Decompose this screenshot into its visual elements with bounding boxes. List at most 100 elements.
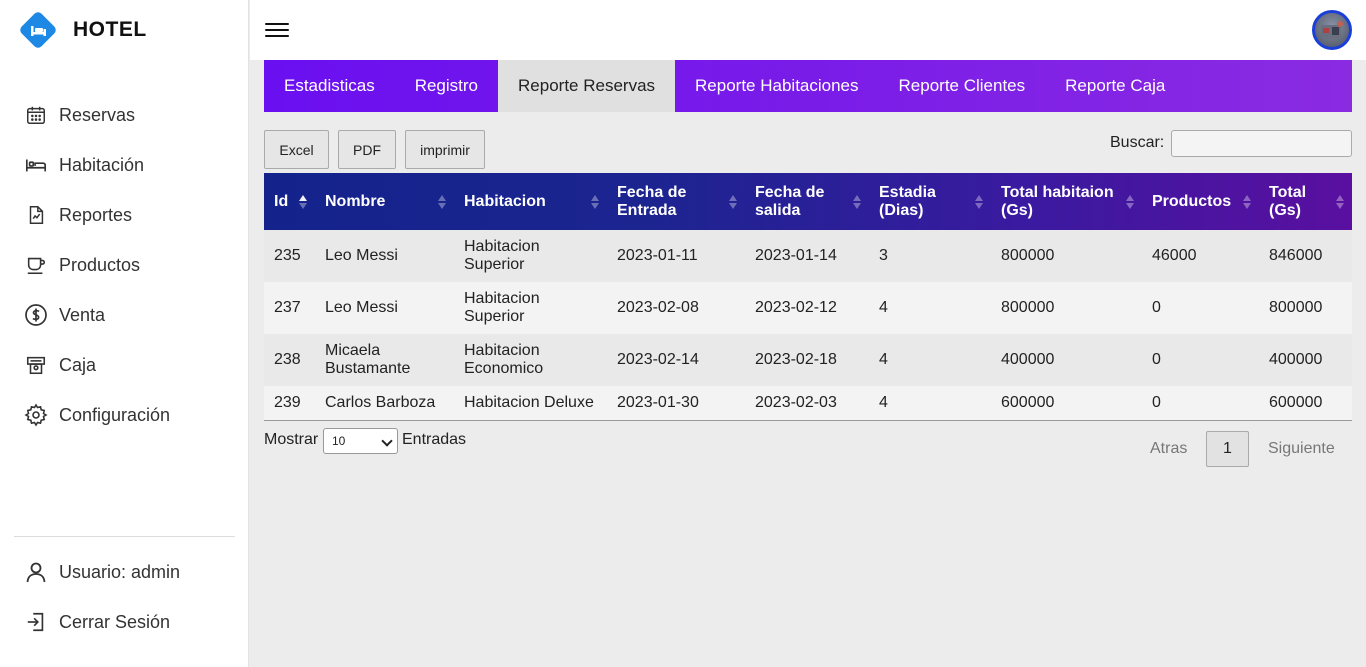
column-header-habitacion[interactable]: Habitacion [454,173,607,230]
cell-estadia: 4 [879,299,888,316]
table-row[interactable]: 239 Carlos Barboza Habitacion Deluxe 202… [264,386,1352,420]
column-header-estadia[interactable]: Estadia (Dias) [869,173,991,230]
gear-icon [24,403,48,427]
sidebar-item-habitacion[interactable]: Habitación [0,140,249,190]
page-size-select[interactable]: 10 [323,428,398,454]
user-icon [24,560,48,584]
sidebar-item-label: Reportes [59,204,133,225]
cell-productos: 0 [1152,351,1161,368]
column-header-productos[interactable]: Productos [1142,173,1259,230]
cell-fecha-salida: 2023-02-12 [755,299,837,316]
cell-total: 846000 [1269,247,1323,264]
cell-total: 400000 [1269,351,1323,368]
table-row[interactable]: 237 Leo Messi Habitacion Superior 2023-0… [264,282,1352,334]
cell-estadia: 4 [879,393,888,411]
cell-id: 235 [274,247,301,264]
cell-nombre: Carlos Barboza [325,393,436,411]
topbar [250,0,1366,60]
cell-fecha-salida: 2023-02-18 [755,351,837,368]
cell-productos: 0 [1152,299,1161,316]
pagination-prev-button[interactable]: Atras [1150,440,1187,458]
cell-id: 239 [274,393,301,411]
sidebar-item-label: Caja [59,354,97,375]
sidebar-item-venta[interactable]: Venta [0,290,249,340]
dollar-icon [24,303,48,327]
sort-icon [1126,194,1134,210]
brand[interactable]: HOTEL [19,10,147,50]
table-row[interactable]: 235 Leo Messi Habitacion Superior 2023-0… [264,230,1352,282]
column-header-id[interactable]: Id [264,173,315,230]
cell-habitacion: Habitacion Superior [464,238,540,273]
entries-label: Entradas [402,431,467,448]
cell-fecha-entrada: 2023-02-08 [617,299,699,316]
tab-reporte-habitaciones[interactable]: Reporte Habitaciones [675,60,878,112]
column-header-fecha-entrada[interactable]: Fecha de Entrada [607,173,745,230]
cell-fecha-salida: 2023-02-03 [755,393,837,411]
tab-estadisticas[interactable]: Estadisticas [264,60,395,112]
sort-icon [591,194,599,210]
column-header-fecha-salida[interactable]: Fecha de salida [745,173,869,230]
sidebar-item-label: Habitación [59,154,145,175]
cell-habitacion: Habitacion Economico [464,342,544,377]
cell-total-habitacion: 400000 [1001,351,1055,368]
table-header-row: Id Nombre Habitacion Fecha de Entrada Fe… [264,173,1352,230]
cell-total: 600000 [1269,393,1323,411]
cash-register-icon [24,353,48,377]
cell-total: 800000 [1269,299,1323,316]
cell-total-habitacion: 800000 [1001,247,1055,264]
sort-icon [975,194,983,210]
cell-fecha-entrada: 2023-02-14 [617,351,699,368]
sidebar-item-cerrar-sesion[interactable]: Cerrar Sesión [0,597,249,647]
cell-estadia: 4 [879,351,888,368]
menu-toggle-icon[interactable] [265,19,289,41]
sidebar-bottom-nav: Usuario: admin Cerrar Sesión [0,547,249,647]
sort-icon [1243,194,1251,210]
sidebar-item-configuracion[interactable]: Configuración [0,390,249,440]
show-entries-label: Mostrar [264,431,319,448]
sidebar-item-reservas[interactable]: Reservas [0,90,249,140]
pagination-next-button[interactable]: Siguiente [1268,440,1335,458]
table-row[interactable]: 238 Micaela Bustamante Habitacion Econom… [264,334,1352,386]
sidebar-item-caja[interactable]: Caja [0,340,249,390]
print-button[interactable]: imprimir [405,130,485,169]
column-header-total[interactable]: Total (Gs) [1259,173,1352,230]
sidebar-item-label: Reservas [59,104,136,125]
cell-habitacion: Habitacion Deluxe [464,393,594,411]
pagination-page-1[interactable]: 1 [1206,431,1249,467]
sidebar-divider [14,536,235,537]
report-tabs: Estadisticas Registro Reporte Reservas R… [264,60,1352,112]
cell-estadia: 3 [879,247,888,264]
cell-nombre: Leo Messi [325,299,398,316]
sidebar-item-reportes[interactable]: Reportes [0,190,249,240]
tab-registro[interactable]: Registro [395,60,498,112]
logout-icon [24,610,48,634]
cell-productos: 0 [1152,393,1161,411]
cell-nombre: Micaela Bustamante [325,342,411,377]
column-header-total-habitacion[interactable]: Total habitaion (Gs) [991,173,1142,230]
sidebar-item-productos[interactable]: Productos [0,240,249,290]
cell-nombre: Leo Messi [325,247,398,264]
cup-icon [24,253,48,277]
tab-reporte-clientes[interactable]: Reporte Clientes [879,60,1046,112]
sidebar-item-label: Venta [59,304,106,325]
cell-fecha-entrada: 2023-01-11 [617,247,698,264]
sidebar-nav: Reservas Habitación Reportes Productos V… [0,90,249,440]
cell-id: 237 [274,299,301,316]
sidebar-item-label: Configuración [59,404,171,425]
search-input[interactable] [1171,130,1352,157]
sidebar-item-label: Productos [59,254,141,275]
avatar[interactable] [1312,10,1352,50]
tab-reporte-reservas[interactable]: Reporte Reservas [498,60,676,112]
tab-reporte-caja[interactable]: Reporte Caja [1045,60,1185,112]
column-header-nombre[interactable]: Nombre [315,173,454,230]
export-pdf-button[interactable]: PDF [338,130,396,169]
cell-fecha-salida: 2023-01-14 [755,247,837,264]
search-label: Buscar: [1110,134,1165,151]
sidebar-item-label: Cerrar Sesión [59,611,171,632]
sort-icon [1336,194,1344,210]
export-excel-button[interactable]: Excel [264,130,329,169]
sidebar-item-usuario[interactable]: Usuario: admin [0,547,249,597]
sort-icon [853,194,861,210]
report-icon [24,203,48,227]
cell-total-habitacion: 800000 [1001,299,1055,316]
